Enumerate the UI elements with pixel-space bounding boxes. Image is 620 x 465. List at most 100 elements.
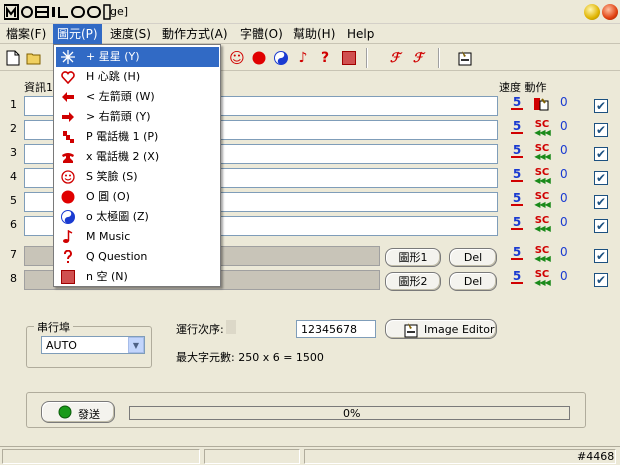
dropdown-item[interactable]: o 太極圖 (Z) — [56, 207, 219, 227]
action-scroll-icon[interactable]: SC ◀◀◀ — [533, 246, 551, 263]
row-number: 4 — [10, 170, 17, 183]
smiley-icon — [60, 169, 76, 185]
row-counter: 0 — [560, 167, 568, 181]
heart-icon — [60, 69, 76, 85]
open-folder-icon[interactable] — [25, 49, 43, 67]
row-enabled-checkbox[interactable]: ✔ — [594, 195, 608, 209]
dropdown-item[interactable]: Q Question — [56, 247, 219, 267]
image-editor-label: Image Editor — [424, 323, 495, 336]
dropdown-item[interactable]: > 右箭頭 (Y) — [56, 107, 219, 127]
title-bar: ge] — [0, 0, 620, 24]
font-f-alt-icon[interactable]: ℱ — [409, 49, 427, 67]
toolbar-separator — [366, 48, 368, 68]
delete-shape2-button[interactable]: Del — [449, 272, 497, 291]
order-label: 運行次序: — [176, 323, 224, 336]
speed-indicator[interactable]: 5 — [511, 270, 523, 284]
row-number: 2 — [10, 122, 17, 135]
empty-square-icon[interactable] — [340, 49, 358, 67]
row-number: 8 — [10, 272, 17, 285]
arrow-right-icon — [60, 109, 76, 125]
status-code: #4468 — [577, 450, 615, 463]
circle-icon[interactable] — [250, 49, 268, 67]
image-edit-icon[interactable] — [456, 49, 474, 67]
menu-help[interactable]: Help — [343, 24, 378, 44]
row-enabled-checkbox[interactable]: ✔ — [594, 219, 608, 233]
row-enabled-checkbox[interactable]: ✔ — [594, 99, 608, 113]
speed-indicator[interactable]: 5 — [511, 144, 523, 158]
action-scroll-icon[interactable]: SC ◀◀◀ — [533, 270, 551, 287]
image-editor-button[interactable]: Image Editor — [385, 319, 497, 339]
smiley-icon[interactable]: ☺ — [228, 49, 246, 67]
row-enabled-checkbox[interactable]: ✔ — [594, 249, 608, 263]
dropdown-item[interactable]: P 電話機 1 (P) — [56, 127, 219, 147]
question-icon — [60, 249, 76, 265]
image-edit-icon — [404, 323, 418, 338]
menu-element[interactable]: 圖元(P) — [53, 24, 102, 44]
music-note-icon[interactable]: ♪ — [294, 49, 312, 67]
serial-port-select[interactable]: AUTO ▼ — [41, 336, 145, 354]
dropdown-item[interactable]: S 笑臉 (S) — [56, 167, 219, 187]
row-enabled-checkbox[interactable]: ✔ — [594, 273, 608, 287]
progress-bar: 0% — [129, 406, 570, 420]
row-counter: 0 — [560, 119, 568, 133]
yin-yang-icon[interactable] — [272, 49, 290, 67]
dropdown-item[interactable]: + 星星 (Y) — [56, 47, 219, 67]
row-counter: 0 — [560, 269, 568, 283]
dropdown-item[interactable]: < 左箭頭 (W) — [56, 87, 219, 107]
menu-bar: 檔案(F) 圖元(P) 速度(S) 動作方式(A) 字體(O) 幫助(H) He… — [0, 24, 620, 44]
order-label-filler — [226, 320, 236, 334]
close-button[interactable] — [602, 4, 618, 20]
new-file-icon[interactable] — [4, 49, 22, 67]
status-panel-2 — [204, 449, 300, 464]
dropdown-item[interactable]: x 電話機 2 (X) — [56, 147, 219, 167]
action-scroll-icon[interactable]: SC ◀◀◀ — [533, 168, 551, 185]
dropdown-item[interactable]: n 空 (N) — [56, 267, 219, 287]
send-button[interactable]: 發送 — [41, 401, 115, 423]
action-scroll-icon[interactable]: SC ◀◀◀ — [533, 120, 551, 137]
question-icon[interactable]: ? — [316, 49, 334, 67]
menu-file[interactable]: 檔案(F) — [2, 24, 50, 44]
menu-font[interactable]: 字體(O) — [236, 24, 287, 44]
shape1-button[interactable]: 圖形1 — [385, 248, 441, 267]
shape2-button[interactable]: 圖形2 — [385, 272, 441, 291]
speed-indicator[interactable]: 5 — [511, 192, 523, 206]
row-counter: 0 — [560, 95, 568, 109]
minimize-button[interactable] — [584, 4, 600, 20]
action-scroll-icon[interactable]: SC ◀◀◀ — [533, 144, 551, 161]
chevron-down-icon[interactable]: ▼ — [128, 337, 144, 353]
row-number: 5 — [10, 194, 17, 207]
font-f-icon[interactable]: ℱ — [386, 49, 404, 67]
dropdown-item[interactable]: H 心跳 (H) — [56, 67, 219, 87]
element-dropdown-menu: + 星星 (Y) H 心跳 (H) < 左箭頭 (W) > 右箭頭 (Y) P … — [53, 44, 221, 287]
action-static-icon[interactable] — [533, 96, 551, 112]
speed-indicator[interactable]: 5 — [511, 216, 523, 230]
progress-text: 0% — [343, 407, 361, 420]
speed-indicator[interactable]: 5 — [511, 120, 523, 134]
menu-speed[interactable]: 速度(S) — [106, 24, 155, 44]
phone-icon — [60, 129, 76, 145]
action-scroll-icon[interactable]: SC ◀◀◀ — [533, 192, 551, 209]
circle-icon — [60, 189, 76, 205]
speed-indicator[interactable]: 5 — [511, 96, 523, 110]
row-number: 1 — [10, 98, 17, 111]
arrow-left-icon — [60, 89, 76, 105]
action-scroll-icon[interactable]: SC ◀◀◀ — [533, 216, 551, 233]
speed-indicator[interactable]: 5 — [511, 168, 523, 182]
dropdown-item[interactable]: O 圓 (O) — [56, 187, 219, 207]
delete-shape1-button[interactable]: Del — [449, 248, 497, 267]
row-enabled-checkbox[interactable]: ✔ — [594, 147, 608, 161]
order-input[interactable]: 12345678 — [296, 320, 376, 338]
telephone-icon — [60, 149, 76, 165]
speed-indicator[interactable]: 5 — [511, 246, 523, 260]
status-panel-3 — [304, 449, 616, 464]
status-bar: #4468 — [0, 446, 620, 465]
row-enabled-checkbox[interactable]: ✔ — [594, 171, 608, 185]
row-number: 7 — [10, 248, 17, 261]
row-counter: 0 — [560, 245, 568, 259]
menu-help-cn[interactable]: 幫助(H) — [289, 24, 339, 44]
row-counter: 0 — [560, 143, 568, 157]
status-panel-1 — [2, 449, 200, 464]
menu-action-mode[interactable]: 動作方式(A) — [158, 24, 232, 44]
dropdown-item[interactable]: M Music — [56, 227, 219, 247]
row-enabled-checkbox[interactable]: ✔ — [594, 123, 608, 137]
